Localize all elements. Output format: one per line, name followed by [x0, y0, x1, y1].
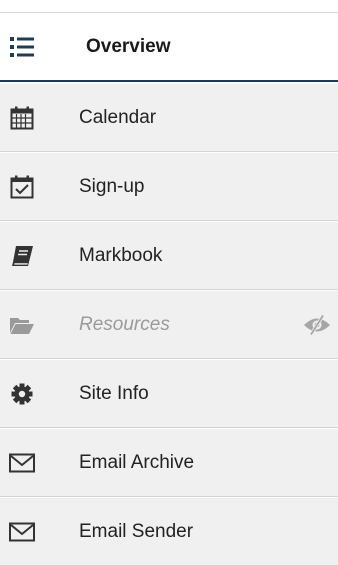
calendar-check-icon	[9, 174, 35, 200]
gear-icon	[9, 381, 35, 407]
menu-item-label: Email Sender	[79, 520, 194, 542]
menu-item-calendar[interactable]: Calendar	[0, 84, 338, 152]
menu-item-overview[interactable]: Overview	[0, 13, 338, 82]
book-icon	[9, 243, 35, 269]
menu-item-sign-up[interactable]: Sign-up	[0, 153, 338, 221]
menu-item-label: Site Info	[79, 382, 149, 404]
calendar-icon	[9, 105, 35, 131]
menu-item-label: Email Archive	[79, 451, 195, 473]
site-tool-menu: Overview Calendar Sign-up Markbook Resou…	[0, 0, 338, 566]
menu-item-label: Sign-up	[79, 175, 145, 197]
envelope-icon	[9, 519, 35, 545]
menu-item-label: Overview	[86, 35, 171, 57]
folder-open-icon	[9, 312, 35, 338]
menu-item-resources[interactable]: Resources	[0, 291, 338, 359]
menu-item-site-info[interactable]: Site Info	[0, 360, 338, 428]
menu-item-label: Markbook	[79, 244, 163, 266]
menu-item-markbook[interactable]: Markbook	[0, 222, 338, 290]
eye-slash-icon	[302, 314, 332, 336]
list-icon	[9, 34, 35, 60]
envelope-icon	[9, 450, 35, 476]
menu-item-email-sender[interactable]: Email Sender	[0, 498, 338, 566]
menu-item-label: Calendar	[79, 106, 157, 128]
menu-item-email-archive[interactable]: Email Archive	[0, 429, 338, 497]
menu-item-label: Resources	[79, 313, 170, 335]
